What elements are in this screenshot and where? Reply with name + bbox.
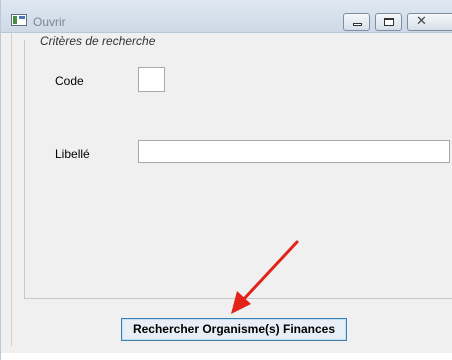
minimize-icon <box>353 23 362 26</box>
close-icon: ✕ <box>416 14 427 29</box>
title-bar[interactable]: Ouvrir ✕ <box>1 0 452 33</box>
app-icon <box>11 14 27 26</box>
libelle-input[interactable] <box>138 140 450 163</box>
maximize-button[interactable] <box>375 13 402 31</box>
group-title: Critères de recherche <box>38 34 158 48</box>
libelle-label: Libellé <box>55 147 90 161</box>
bottom-border <box>1 353 452 360</box>
search-button[interactable]: Rechercher Organisme(s) Finances <box>121 318 347 341</box>
code-label: Code <box>55 74 84 88</box>
maximize-icon <box>384 18 394 26</box>
code-input[interactable] <box>138 67 165 92</box>
dialog-window: Ouvrir ✕ Critères de recherche Code Libe… <box>0 0 452 360</box>
minimize-button[interactable] <box>343 13 370 31</box>
close-button[interactable]: ✕ <box>407 13 452 31</box>
window-title: Ouvrir <box>33 15 66 29</box>
search-criteria-group <box>24 40 452 299</box>
